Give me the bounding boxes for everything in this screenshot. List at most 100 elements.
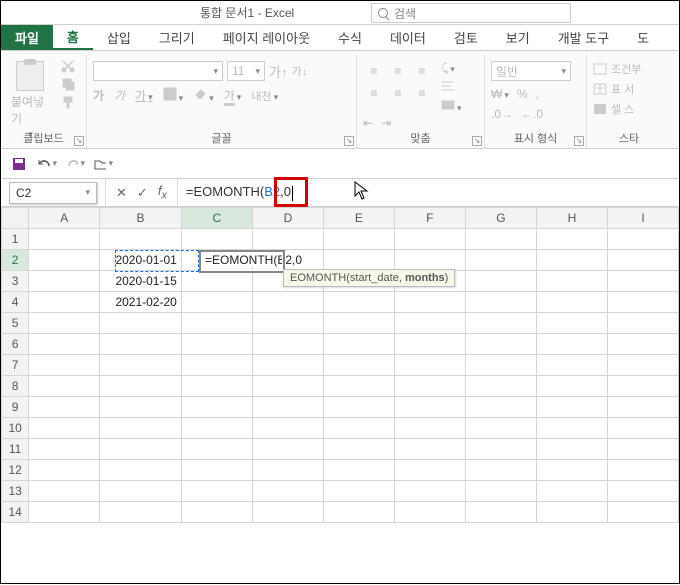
tab-home[interactable]: 홈	[53, 25, 93, 50]
col-header[interactable]: C	[181, 208, 252, 229]
tab-page-layout[interactable]: 페이지 레이아웃	[209, 25, 324, 50]
cell-edit-overflow: =EOMONTH(B2,0	[203, 252, 304, 267]
tab-formulas[interactable]: 수식	[324, 25, 376, 50]
dialog-launcher-icon[interactable]: ↘	[472, 136, 482, 146]
copy-button[interactable]	[60, 77, 76, 91]
col-header[interactable]: G	[465, 208, 536, 229]
col-header[interactable]: B	[100, 208, 182, 229]
orientation-button[interactable]: ⤹▾	[441, 61, 462, 76]
enter-formula-button[interactable]: ✓	[137, 185, 148, 201]
increase-decimal-button[interactable]: .0→	[491, 107, 513, 121]
formula-input[interactable]: =EOMONTH(B2,0	[178, 179, 679, 206]
open-button[interactable]: ▾	[93, 154, 113, 174]
cell[interactable]: 2021-02-20	[100, 292, 182, 313]
align-bottom-button[interactable]: ≡	[411, 61, 433, 81]
save-button[interactable]	[9, 154, 29, 174]
increase-indent-button[interactable]: ⇥	[381, 116, 391, 130]
col-header[interactable]: A	[29, 208, 100, 229]
row-header[interactable]: 1	[2, 229, 29, 250]
italic-button[interactable]: 가	[114, 87, 125, 104]
row-header[interactable]: 8	[2, 376, 29, 397]
row-header[interactable]: 7	[2, 355, 29, 376]
name-box[interactable]: C2 ▾	[9, 182, 97, 204]
cell-style-icon	[593, 103, 607, 115]
row-header[interactable]: 11	[2, 439, 29, 460]
font-color-button[interactable]: 가▾	[224, 87, 242, 104]
font-size-select[interactable]: 11▾	[227, 61, 265, 81]
align-left-button[interactable]: ≡	[363, 83, 385, 103]
tab-review[interactable]: 검토	[440, 25, 492, 50]
row-header[interactable]: 13	[2, 481, 29, 502]
row-header[interactable]: 9	[2, 397, 29, 418]
row-header[interactable]: 6	[2, 334, 29, 355]
row-header[interactable]: 12	[2, 460, 29, 481]
merge-button[interactable]: ▾	[441, 99, 462, 114]
font-name-select[interactable]: ▾	[93, 61, 223, 81]
quick-access-toolbar: ▾ ▾ ▾	[1, 149, 679, 179]
group-number: 일반▾ ₩▾ % , .0→ ←.0 표시 형식 ↘	[485, 55, 587, 148]
spreadsheet-grid[interactable]: A B C D E F G H I 1 2 2020-01-01 3 2020-01…	[1, 207, 679, 585]
tab-view[interactable]: 보기	[492, 25, 544, 50]
chevron-down-icon: ▾	[83, 187, 90, 198]
wrap-text-button[interactable]	[441, 80, 462, 95]
select-all-corner[interactable]	[2, 208, 29, 229]
percent-format-button[interactable]: %	[517, 87, 528, 101]
grow-font-button[interactable]: 가↑	[269, 62, 287, 81]
decrease-decimal-button[interactable]: ←.0	[521, 107, 543, 121]
accounting-format-button[interactable]: ₩▾	[491, 87, 509, 101]
insert-function-button[interactable]: fx	[158, 183, 167, 202]
cancel-formula-button[interactable]: ✕	[116, 185, 127, 201]
cell[interactable]: 2020-01-15	[100, 271, 182, 292]
col-header[interactable]: F	[394, 208, 465, 229]
format-as-table-button[interactable]: 표 서	[593, 81, 665, 97]
align-middle-button[interactable]: ≡	[387, 61, 409, 81]
bold-button[interactable]: 가	[93, 87, 104, 104]
underline-button[interactable]: 가▾	[135, 87, 153, 104]
row-header[interactable]: 3	[2, 271, 29, 292]
cut-button[interactable]	[60, 59, 76, 73]
number-format-select[interactable]: 일반▾	[491, 61, 571, 81]
cell-styles-button[interactable]: 셀 스	[593, 101, 665, 117]
shrink-font-button[interactable]: 가↓	[291, 63, 307, 79]
cell[interactable]: 2020-01-01	[100, 250, 182, 271]
search-box[interactable]: 검색	[371, 3, 571, 23]
chevron-down-icon: ▾	[177, 93, 184, 103]
row-header[interactable]: 10	[2, 418, 29, 439]
comma-format-button[interactable]: ,	[536, 87, 539, 101]
align-center-button[interactable]: ≡	[387, 83, 409, 103]
tab-more[interactable]: 도	[623, 25, 663, 50]
dialog-launcher-icon[interactable]: ↘	[74, 136, 84, 146]
align-top-button[interactable]: ≡	[363, 61, 385, 81]
col-header[interactable]: H	[536, 208, 607, 229]
chevron-down-icon: ▾	[455, 103, 462, 113]
phonetic-button[interactable]: 내천▾	[251, 88, 278, 104]
fill-color-button[interactable]: ▾	[193, 87, 214, 104]
row-header[interactable]: 4	[2, 292, 29, 313]
tab-insert[interactable]: 삽입	[93, 25, 145, 50]
redo-button[interactable]: ▾	[65, 154, 85, 174]
border-button[interactable]: ▾	[163, 87, 184, 104]
col-header[interactable]: E	[323, 208, 394, 229]
search-placeholder: 검색	[394, 5, 416, 22]
undo-icon	[37, 156, 50, 172]
row-header[interactable]: 5	[2, 313, 29, 334]
chevron-down-icon: ▾	[106, 158, 113, 169]
undo-button[interactable]: ▾	[37, 154, 57, 174]
tab-developer[interactable]: 개발 도구	[544, 25, 623, 50]
tab-file[interactable]: 파일	[1, 25, 53, 50]
row-header[interactable]: 2	[2, 250, 29, 271]
decrease-indent-button[interactable]: ⇤	[363, 116, 373, 130]
col-header[interactable]: I	[608, 208, 679, 229]
format-painter-button[interactable]	[60, 95, 76, 109]
conditional-formatting-button[interactable]: 조건부	[593, 61, 665, 77]
tab-draw[interactable]: 그리기	[145, 25, 209, 50]
align-right-button[interactable]: ≡	[411, 83, 433, 103]
dialog-launcher-icon[interactable]: ↘	[574, 136, 584, 146]
col-header[interactable]: D	[252, 208, 323, 229]
group-styles-label: 스타	[593, 130, 665, 148]
cursor-icon	[354, 181, 370, 201]
merge-icon	[441, 99, 455, 111]
tab-data[interactable]: 데이터	[376, 25, 440, 50]
dialog-launcher-icon[interactable]: ↘	[344, 136, 354, 146]
row-header[interactable]: 14	[2, 502, 29, 523]
